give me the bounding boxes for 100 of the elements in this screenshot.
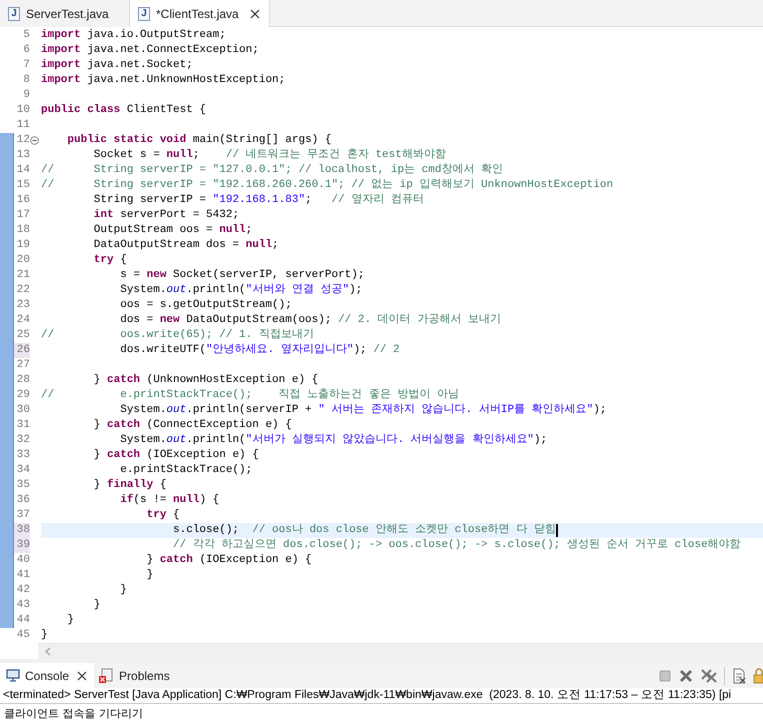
code-line: s.close(); // oos나 dos close 안해도 소켓만 close하면 다 닫힘 bbox=[172, 523, 556, 538]
code-line: } finally { bbox=[92, 478, 166, 493]
close-icon[interactable] bbox=[248, 8, 261, 20]
line-number: 45 bbox=[16, 628, 30, 643]
line-number: 13 bbox=[16, 148, 30, 163]
line-number: 38 bbox=[14, 523, 30, 538]
line-number: 31 bbox=[16, 418, 30, 433]
document-icon[interactable] bbox=[731, 668, 747, 684]
code-line: if(s != null) { bbox=[119, 493, 220, 508]
code-line: import java.io.OutputStream; bbox=[41, 28, 226, 43]
line-number: 10 bbox=[16, 103, 30, 118]
code-line: import java.net.Socket; bbox=[41, 58, 193, 73]
line-number: 8 bbox=[22, 73, 30, 88]
line-number: 19 bbox=[16, 238, 30, 253]
tab-label: *ClientTest.java bbox=[156, 6, 239, 22]
tab-label: Problems bbox=[119, 668, 170, 684]
code-line: int serverPort = 5432; bbox=[92, 208, 240, 223]
code-line: OutputStream oos = null; bbox=[92, 223, 252, 238]
line-number: 40 bbox=[16, 553, 30, 568]
line-number: 9 bbox=[22, 88, 30, 103]
code-line: s = new Socket(serverIP, serverPort); bbox=[119, 268, 364, 283]
lock-icon[interactable] bbox=[753, 668, 763, 684]
code-line: import java.net.UnknownHostException; bbox=[41, 73, 286, 88]
code-line: // oos.write(65); // 1. 직접보내기 bbox=[41, 328, 314, 343]
line-number: 20 bbox=[16, 253, 30, 268]
code-line: } bbox=[66, 613, 74, 628]
editor-tab[interactable]: J *ClientTest.java bbox=[130, 0, 270, 27]
line-number: 18 bbox=[16, 223, 30, 238]
code-line: Socket s = null; // 네트워크는 무조건 혼자 test해봐야함 bbox=[92, 148, 446, 163]
code-line: public static void main(String[] args) { bbox=[66, 133, 332, 148]
code-line: import java.net.ConnectException; bbox=[41, 43, 259, 58]
line-number: 12 bbox=[16, 133, 30, 148]
code-line: try { bbox=[146, 508, 180, 523]
code-line: // e.printStackTrace(); 직접 노출하는건 좋은 방법이 아님 bbox=[41, 388, 460, 403]
collapse-icon[interactable] bbox=[30, 136, 39, 145]
line-number: 23 bbox=[16, 298, 30, 313]
line-number: 15 bbox=[16, 178, 30, 193]
code-line: System.out.println(serverIP + " 서버는 존재하지 않습니다. 서버IP를 확인하세요"); bbox=[119, 403, 606, 418]
line-number: 29 bbox=[16, 388, 30, 403]
console-output: 클라이언트 접속을 기다리기 bbox=[3, 706, 144, 722]
line-number: 25 bbox=[16, 328, 30, 343]
line-number: 42 bbox=[16, 583, 30, 598]
line-number: 33 bbox=[16, 448, 30, 463]
code-line: dos = new DataOutputStream(oos); // 2. 데이터 가공해서 보내기 bbox=[119, 313, 501, 328]
editor-tab[interactable]: J ServerTest.java bbox=[0, 0, 130, 27]
line-number: 6 bbox=[22, 43, 30, 58]
code-line: dos.writeUTF("안녕하세요. 옆자리입니다"); // 2 bbox=[119, 343, 400, 358]
code-line: } bbox=[119, 583, 127, 598]
horizontal-scrollbar[interactable] bbox=[38, 643, 763, 659]
code-line: } catch (IOException e) { bbox=[92, 448, 259, 463]
java-file-icon: J bbox=[138, 6, 150, 20]
line-number: 39 bbox=[14, 538, 30, 553]
code-line: DataOutputStream dos = null; bbox=[92, 238, 279, 253]
line-number: 32 bbox=[16, 433, 30, 448]
line-number: 24 bbox=[16, 313, 30, 328]
close-icon[interactable] bbox=[76, 670, 88, 682]
code-line: } bbox=[41, 628, 48, 643]
line-number: 21 bbox=[16, 268, 30, 283]
line-number: 37 bbox=[16, 508, 30, 523]
line-number: 36 bbox=[16, 493, 30, 508]
line-number: 14 bbox=[16, 163, 30, 178]
console-tab[interactable]: Console bbox=[0, 663, 94, 688]
code-line: // 각각 하고싶으면 dos.close(); -> oos.close(); -> s.close(); 생성된 순서 거꾸로 close해야함 bbox=[172, 538, 741, 553]
java-file-icon: J bbox=[8, 6, 20, 20]
line-number: 22 bbox=[16, 283, 30, 298]
code-line: String serverIP = "192.168.1.83"; // 옆자리 컴퓨터 bbox=[92, 193, 424, 208]
tab-label: Console bbox=[25, 668, 70, 684]
line-number: 44 bbox=[16, 613, 30, 628]
code-line: try { bbox=[92, 253, 127, 268]
tab-label: ServerTest.java bbox=[26, 6, 109, 22]
line-number: 28 bbox=[16, 373, 30, 388]
text-cursor bbox=[556, 524, 558, 537]
remove-all-icon[interactable] bbox=[700, 668, 718, 684]
code-line: // String serverIP = "127.0.0.1"; // localhost, ip는 cmd창에서 확인 bbox=[41, 163, 504, 178]
line-number: 16 bbox=[16, 193, 30, 208]
code-line: oos = s.getOutputStream(); bbox=[119, 298, 292, 313]
remove-icon[interactable] bbox=[678, 668, 694, 684]
code-line: e.printStackTrace(); bbox=[119, 463, 252, 478]
monitor-icon bbox=[6, 669, 20, 682]
line-number: 34 bbox=[16, 463, 30, 478]
code-line: System.out.println("서버와 연결 성공"); bbox=[119, 283, 362, 298]
code-line: public class ClientTest { bbox=[41, 103, 206, 118]
code-line: } catch (IOException e) { bbox=[146, 553, 312, 568]
console-status: <terminated> ServerTest [Java Application] C:₩Program Files₩Java₩jdk-11₩bin₩javaw.exe (2023. 8. 10. 오전 11:17:53 – 오전 11:23:35) [pi bbox=[2, 690, 732, 702]
line-number: 43 bbox=[16, 598, 30, 613]
code-line: } catch (UnknownHostException e) { bbox=[92, 373, 318, 388]
code-line: // String serverIP = "192.168.260.260.1"; // 없는 ip 입력해보기 UnknownHostException bbox=[41, 178, 614, 193]
problems-icon bbox=[98, 668, 114, 684]
line-number: 11 bbox=[16, 118, 30, 133]
line-number: 5 bbox=[22, 28, 30, 43]
line-number: 27 bbox=[16, 358, 30, 373]
code-line: } bbox=[146, 568, 154, 583]
line-number: 17 bbox=[16, 208, 30, 223]
scroll-left-icon[interactable] bbox=[45, 647, 51, 656]
line-number: 7 bbox=[22, 58, 30, 73]
code-line: } bbox=[92, 598, 100, 613]
code-line: System.out.println("서버가 실행되지 않았습니다. 서버실행을 확인하세요"); bbox=[119, 433, 548, 448]
code-line: } catch (ConnectException e) { bbox=[92, 418, 292, 433]
line-number: 35 bbox=[16, 478, 30, 493]
line-number: 41 bbox=[16, 568, 30, 583]
